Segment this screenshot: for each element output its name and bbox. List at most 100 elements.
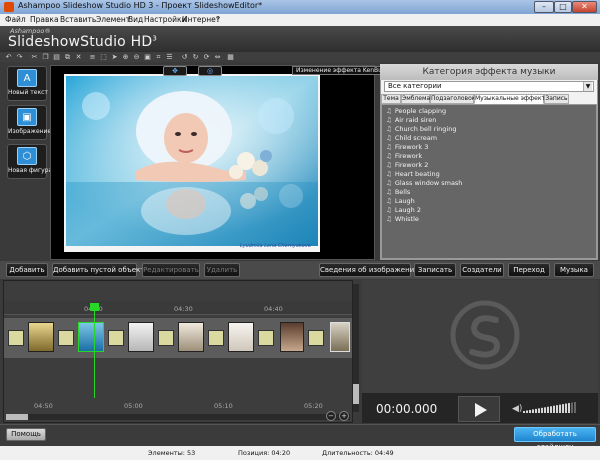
transition-marker[interactable] [158,330,174,346]
rotate-right-icon[interactable]: ↻ [191,53,200,61]
volume-slider[interactable] [523,402,577,414]
refresh-icon[interactable]: ⟳ [202,53,211,61]
select-icon[interactable]: ⬚ [99,53,108,61]
menu-help[interactable]: ? [216,15,220,24]
zoom-in-button[interactable]: + [339,411,349,421]
transition-marker[interactable] [8,330,24,346]
music-note-icon: ♫ [386,197,392,205]
clip-thumbnail[interactable] [228,322,254,352]
delete-button[interactable]: Удалить [204,263,240,277]
delete-icon[interactable]: ✕ [74,53,83,61]
transition-marker[interactable] [58,330,74,346]
add-empty-button[interactable]: Добавить пустой объект [52,263,144,277]
timeline-horizontal-scrollbar[interactable] [6,414,350,420]
slide-photo[interactable] [66,76,318,246]
kenburns-tool-button[interactable]: ◎ [198,66,222,76]
paste-icon[interactable]: ▤ [52,53,61,61]
cut-icon[interactable]: ✂ [30,53,39,61]
list-item[interactable]: ♫ Firework 2 [386,161,428,169]
list-item[interactable]: ♫ Glass window smash [386,179,462,187]
volume-icon[interactable]: ◀) [512,404,522,414]
menu-internet[interactable]: Интернет [182,15,220,24]
effect-label: Bells [394,188,411,196]
list-item[interactable]: ♫ Laugh [386,197,415,205]
tab-music-effects[interactable]: Музыкальные эффекты [474,94,550,104]
tab-theme[interactable]: Тема [381,94,401,104]
duplicate-icon[interactable]: ⧉ [63,53,72,61]
redo-icon[interactable]: ↷ [15,53,24,61]
menu-view[interactable]: Вид [128,15,143,24]
menu-element[interactable]: Элемент [96,15,130,24]
music-note-icon: ♫ [386,107,392,115]
scroll-thumb[interactable] [353,384,359,404]
clip-thumbnail[interactable] [178,322,204,352]
tab-subtitle[interactable]: Подзаголовок [430,94,475,104]
close-button[interactable]: ✕ [572,1,597,13]
undo-icon[interactable]: ↶ [4,53,13,61]
record-button[interactable]: Записать [414,263,456,277]
play-button[interactable] [458,396,500,422]
add-button[interactable]: Добавить [6,263,48,277]
menu-edit[interactable]: Правка [30,15,59,24]
scroll-thumb[interactable] [6,414,28,420]
playhead-handle[interactable] [90,303,99,311]
clip-thumbnail[interactable] [280,322,304,352]
image-button[interactable]: ▣ Изображение [7,105,51,140]
chevron-down-icon[interactable]: ▼ [583,82,592,91]
menu-insert[interactable]: Вставить [60,15,96,24]
transition-marker[interactable] [208,330,224,346]
zoom-in-icon[interactable]: ⊕ [121,53,130,61]
list-item[interactable]: ♫ Child scream [386,134,437,142]
music-button[interactable]: Музыка [554,263,594,277]
list-item[interactable]: ♫ Church bell ringing [386,125,456,133]
list-item[interactable]: ♫ Firework [386,152,422,160]
timeline-vertical-scrollbar[interactable] [353,284,359,412]
grid-icon[interactable]: ▦ [226,53,235,61]
edit-button[interactable]: Редактировать [142,263,200,277]
list-item[interactable]: ♫ Whistle [386,215,419,223]
list-item[interactable]: ♫ Firework 3 [386,143,428,151]
transition-marker[interactable] [258,330,274,346]
tab-record[interactable]: Запись [544,94,569,104]
image-info-button[interactable]: Сведения об изображении [319,263,419,277]
help-button[interactable]: Помощь [6,428,46,441]
clip-thumbnail[interactable] [128,322,154,352]
maximize-button[interactable]: □ [554,1,572,13]
category-dropdown[interactable]: Все категории ▼ [384,81,594,92]
list-item[interactable]: ♫ People clapping [386,107,446,115]
list-item[interactable]: ♫ Bells [386,188,410,196]
clip-thumbnail[interactable] [28,322,54,352]
crop-icon[interactable]: ⌗ [154,53,163,61]
move-tool-button[interactable]: ✥ [163,66,187,76]
new-shape-button[interactable]: ⬡ Новая фигура [7,144,52,179]
pointer-icon[interactable]: ➤ [110,53,119,61]
list-item[interactable]: ♫ Laugh 2 [386,206,421,214]
minimize-button[interactable]: – [534,1,554,13]
transition-marker[interactable] [308,330,324,346]
playhead[interactable] [94,303,95,398]
creators-button[interactable]: Создатели [460,263,504,277]
transition-marker[interactable] [108,330,124,346]
zoom-out-icon[interactable]: ⊖ [132,53,141,61]
volume-bar [568,403,570,413]
process-slideshow-button[interactable]: Обработать слайдшоу [514,427,596,451]
clip-thumbnail-selected[interactable] [78,322,104,352]
list-item[interactable]: ♫ Air raid siren [386,116,436,124]
align-icon[interactable]: ≡ [88,53,97,61]
clip-thumbnail[interactable] [330,322,350,352]
rotate-left-icon[interactable]: ↺ [180,53,189,61]
flip-icon[interactable]: ⇔ [213,53,222,61]
list-item[interactable]: ♫ Heart beating [386,170,440,178]
transition-button[interactable]: Переход [508,263,550,277]
copy-icon[interactable]: ❐ [41,53,50,61]
effect-label: Firework 3 [394,143,429,151]
new-text-button[interactable]: A Новый текст [7,66,48,101]
zoom-out-button[interactable]: − [326,411,336,421]
menu-file[interactable]: Файл [5,15,26,24]
layers-icon[interactable]: ☰ [165,53,174,61]
fit-icon[interactable]: ▣ [143,53,152,61]
ashampoo-logo-icon [450,300,520,370]
effect-label: Firework [394,152,423,160]
tab-emblem[interactable]: Эмблема [401,94,430,104]
menu-settings[interactable]: Настройки [144,15,186,24]
